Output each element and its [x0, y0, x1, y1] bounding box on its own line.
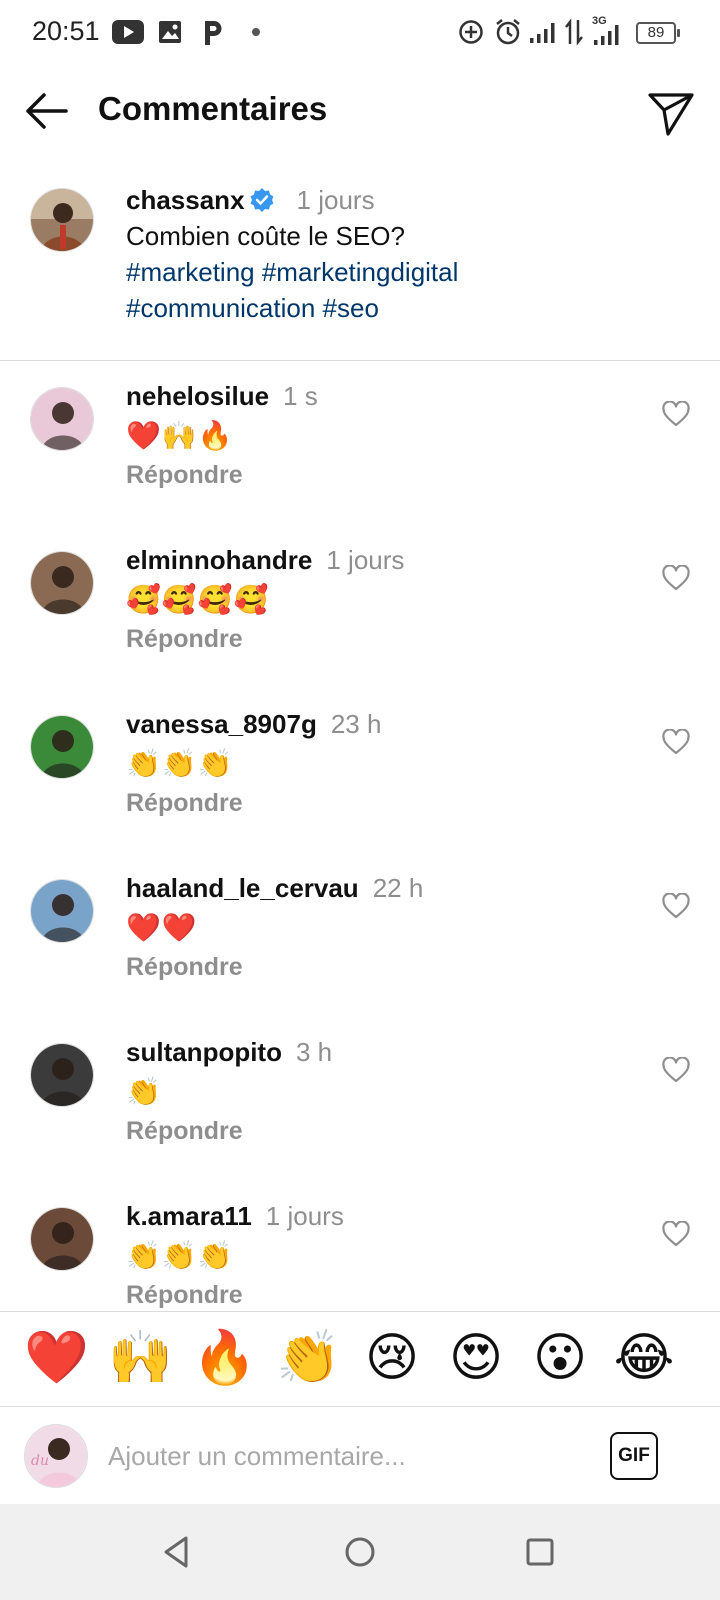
comment-username[interactable]: elminnohandre: [126, 545, 312, 575]
heart-like-icon[interactable]: [662, 401, 690, 427]
comment-item: vanessa_8907g 23 h 👏👏👏 Répondre: [0, 693, 720, 857]
reply-button[interactable]: Répondre: [126, 625, 243, 654]
nav-recents-icon[interactable]: [518, 1530, 562, 1574]
comment-timestamp: 1 s: [283, 381, 318, 411]
avatar[interactable]: [30, 715, 94, 779]
emoji-crying-button[interactable]: 😢: [360, 1326, 424, 1390]
comment-timestamp: 3 h: [295, 1037, 333, 1067]
emoji-heart-button[interactable]: ❤️: [24, 1326, 89, 1390]
comment-timestamp: 23 h: [330, 709, 382, 739]
comment-username[interactable]: k.amara11: [126, 1201, 252, 1231]
data-arrows-icon: [565, 18, 583, 46]
gallery-icon: [159, 21, 181, 43]
reply-button[interactable]: Répondre: [126, 789, 243, 818]
status-bar: 20:51 3G 89: [0, 0, 720, 66]
caption-hashtags-line2[interactable]: #communication #seo: [126, 290, 686, 326]
comment-item: sultanpopito 3 h 👏 Répondre: [0, 1021, 720, 1185]
avatar[interactable]: [30, 387, 94, 451]
header: Commentaires: [0, 66, 720, 158]
avatar[interactable]: [30, 1043, 94, 1107]
emoji-fire-button[interactable]: 🔥: [192, 1326, 257, 1390]
comment-item: nehelosilue 1 s ❤️🙌🔥 Répondre: [0, 365, 720, 529]
nav-home-icon[interactable]: [338, 1530, 382, 1574]
heart-like-icon[interactable]: [662, 565, 690, 591]
system-nav-bar: [0, 1504, 720, 1600]
battery-icon: 89: [636, 22, 680, 44]
comment-text: 👏: [126, 1076, 162, 1107]
nav-back-icon[interactable]: [156, 1530, 200, 1574]
post-caption: chassanx 1 jours Combien coûte le SEO? #m…: [0, 176, 720, 361]
comment-input[interactable]: [108, 1432, 578, 1480]
comment-timestamp: 1 jours: [265, 1201, 344, 1231]
comment-timestamp: 1 jours: [326, 545, 405, 575]
verified-badge-icon: [250, 188, 274, 212]
reply-button[interactable]: Répondre: [126, 953, 243, 982]
emoji-surprised-button[interactable]: 😮: [528, 1326, 592, 1390]
comment-composer: du GIF: [0, 1408, 720, 1504]
back-arrow-icon[interactable]: [22, 88, 72, 134]
status-time: 20:51: [32, 16, 100, 46]
youtube-icon: [112, 20, 144, 44]
avatar[interactable]: [30, 551, 94, 615]
emoji-raised-hands-button[interactable]: 🙌: [108, 1326, 173, 1390]
heart-like-icon[interactable]: [662, 1057, 690, 1083]
gif-button[interactable]: GIF: [610, 1432, 658, 1480]
signal-icon: [530, 23, 555, 43]
emoji-clap-button[interactable]: 👏: [276, 1326, 341, 1390]
current-user-avatar: du: [24, 1424, 88, 1488]
caption-header: chassanx 1 jours: [126, 182, 686, 218]
comment-text: ❤️❤️: [126, 912, 198, 943]
emoji-reaction-bar: ❤️ 🙌 🔥 👏 😢 😍 😮 😂: [0, 1311, 720, 1407]
comment-text: 👏👏👏: [126, 748, 234, 779]
alarm-icon: [496, 19, 520, 45]
caption-username[interactable]: chassanx: [126, 185, 245, 215]
send-icon[interactable]: [646, 88, 696, 138]
page-title: Commentaires: [98, 90, 328, 127]
avatar[interactable]: [30, 879, 94, 943]
comment-username[interactable]: vanessa_8907g: [126, 709, 317, 739]
reply-button[interactable]: Répondre: [126, 461, 243, 490]
heart-like-icon[interactable]: [662, 893, 690, 919]
comment-timestamp: 22 h: [372, 873, 424, 903]
svg-text:du: du: [31, 1453, 49, 1469]
p-app-icon: [205, 21, 222, 45]
svg-text:3G: 3G: [592, 15, 607, 27]
comment-text: 🥰🥰🥰🥰: [126, 584, 270, 615]
heart-like-icon[interactable]: [662, 729, 690, 755]
signal-3g-icon: 3G: [592, 15, 619, 45]
caption-hashtags-line1[interactable]: #marketing #marketingdigital: [126, 254, 686, 290]
comment-text: 👏👏👏: [126, 1240, 234, 1271]
dot-icon: [252, 28, 260, 36]
comments-list[interactable]: nehelosilue 1 s ❤️🙌🔥 Répondre elminnohand…: [0, 365, 720, 1310]
reply-button[interactable]: Répondre: [126, 1117, 243, 1146]
emoji-heart-eyes-button[interactable]: 😍: [444, 1326, 508, 1390]
comment-item: elminnohandre 1 jours 🥰🥰🥰🥰 Répondre: [0, 529, 720, 693]
comment-username[interactable]: sultanpopito: [126, 1037, 282, 1067]
reply-button[interactable]: Répondre: [126, 1281, 243, 1310]
caption-text: Combien coûte le SEO?: [126, 221, 405, 251]
avatar[interactable]: [30, 1207, 94, 1271]
data-saver-icon: [459, 20, 483, 44]
emoji-laughing-button[interactable]: 😂: [612, 1326, 676, 1390]
comment-username[interactable]: nehelosilue: [126, 381, 269, 411]
avatar[interactable]: [30, 188, 94, 252]
comment-item: haaland_le_cervau 22 h ❤️❤️ Répondre: [0, 857, 720, 1021]
comment-username[interactable]: haaland_le_cervau: [126, 873, 359, 903]
caption-timestamp: 1 jours: [296, 185, 375, 215]
comment-item: k.amara11 1 jours 👏👏👏 Répondre: [0, 1185, 720, 1310]
caption-body: chassanx 1 jours Combien coûte le SEO? #m…: [126, 182, 686, 326]
comment-text: ❤️🙌🔥: [126, 420, 234, 451]
heart-like-icon[interactable]: [662, 1221, 690, 1247]
